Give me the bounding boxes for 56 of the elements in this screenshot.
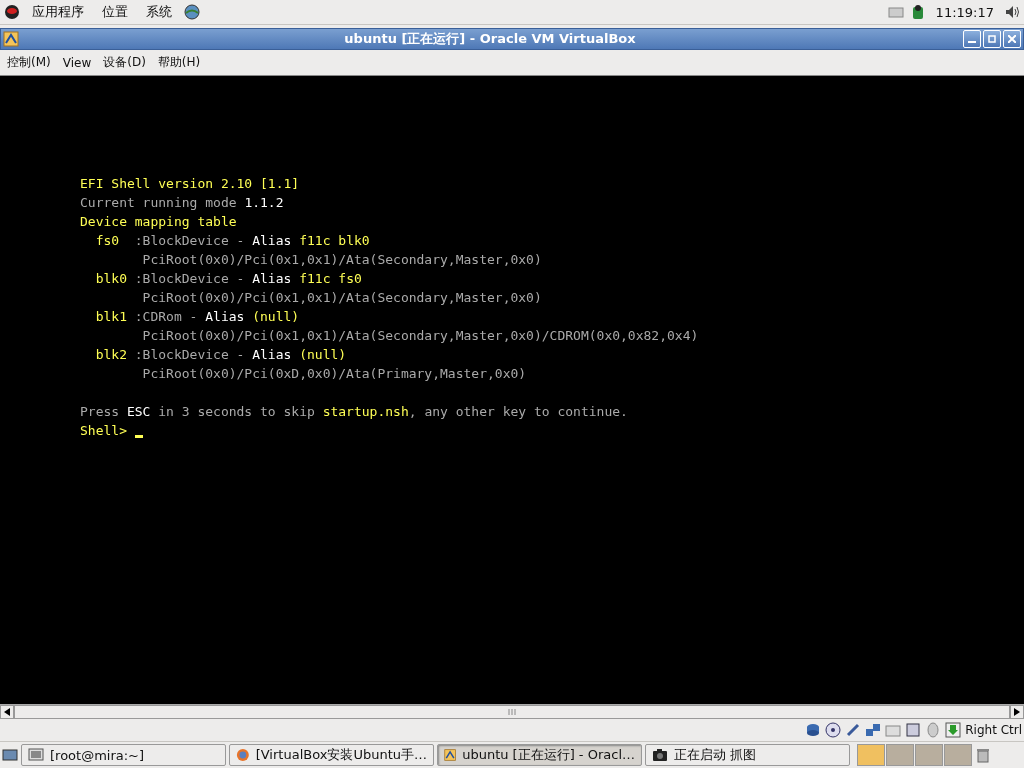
maximize-button[interactable] xyxy=(983,30,1001,48)
globe-icon xyxy=(236,747,250,763)
console-line: Current running mode 1.1.2 xyxy=(80,194,285,212)
console-line: Press ESC in 3 seconds to skip startup.nsh, any other key to continue. xyxy=(80,403,629,421)
taskbar-button[interactable]: ubuntu [正在运行] - Oracl… xyxy=(437,744,642,766)
panel-menu[interactable]: 系统 xyxy=(140,3,178,21)
console-line: PciRoot(0x0)/Pci(0x1,0x1)/Ata(Secondary,Master,0x0) xyxy=(141,289,543,307)
console-line: blk0 :BlockDevice - Alias f11c fs0 xyxy=(94,270,363,288)
console-line: PciRoot(0x0)/Pci(0xD,0x0)/Ata(Primary,Master,0x0) xyxy=(141,365,528,383)
trash-icon[interactable] xyxy=(975,747,991,763)
mouse-icon[interactable] xyxy=(925,722,942,738)
workspace-switcher-cell[interactable] xyxy=(944,744,972,766)
host-key-label: Right Ctrl xyxy=(965,723,1022,737)
terminal-icon xyxy=(28,747,44,763)
right-arrow-icon xyxy=(1014,708,1020,716)
close-button[interactable] xyxy=(1003,30,1021,48)
chip-icon[interactable] xyxy=(905,722,922,738)
console-line: blk1 :CDRom - Alias (null) xyxy=(94,308,301,326)
globe-icon[interactable] xyxy=(184,4,200,20)
scroll-right-button[interactable] xyxy=(1010,705,1024,719)
down-arrow-icon[interactable] xyxy=(945,722,962,738)
menu-item[interactable]: 设备(D) xyxy=(98,54,151,71)
console-line: blk2 :BlockDevice - Alias (null) xyxy=(94,346,348,364)
camera-icon xyxy=(652,747,668,763)
console-line: PciRoot(0x0)/Pci(0x1,0x1)/Ata(Secondary,Master,0x0)/CDROM(0x0,0x82,0x4) xyxy=(141,327,700,345)
network-icon[interactable] xyxy=(865,722,882,738)
menu-item[interactable]: View xyxy=(57,55,97,70)
app-window-icon xyxy=(3,31,19,47)
console-line: EFI Shell version 2.10 [1.1] xyxy=(80,175,301,193)
maximize-icon xyxy=(988,35,996,43)
menu-item[interactable]: 帮助(H) xyxy=(152,54,206,71)
workspace-switcher-cell[interactable] xyxy=(886,744,914,766)
minimize-button[interactable] xyxy=(963,30,981,48)
hat-icon[interactable] xyxy=(4,4,20,20)
desktop-icon[interactable] xyxy=(2,747,18,763)
cd-icon[interactable] xyxy=(825,722,842,738)
scroll-left-button[interactable] xyxy=(0,705,14,719)
console-line: Device mapping table xyxy=(80,213,238,231)
left-arrow-icon xyxy=(4,708,10,716)
workspace-switcher-cell[interactable] xyxy=(915,744,943,766)
clock[interactable]: 11:19:17 xyxy=(931,4,998,20)
panel-menu[interactable]: 位置 xyxy=(96,3,134,21)
close-icon xyxy=(1008,35,1016,43)
console-line: fs0 :BlockDevice - Alias f11c blk0 xyxy=(94,232,371,250)
app-window-icon xyxy=(444,747,457,763)
taskbar-button[interactable]: [root@mira:~] xyxy=(21,744,226,766)
console-line: Shell> xyxy=(80,421,1024,440)
window-title: ubuntu [正在运行] - Oracle VM VirtualBox xyxy=(343,30,637,48)
console-line: PciRoot(0x0)/Pci(0x1,0x1)/Ata(Secondary,Master,0x0) xyxy=(141,251,543,269)
panel-menu[interactable]: 应用程序 xyxy=(26,3,90,21)
menu-item[interactable]: 控制(M) xyxy=(2,54,56,71)
disk-icon[interactable] xyxy=(805,722,822,738)
taskbar-button[interactable]: [VirtualBox安装Ubuntu手… xyxy=(229,744,434,766)
taskbar-button[interactable]: 正在启动 抓图 xyxy=(645,744,850,766)
speaker-icon[interactable] xyxy=(1004,4,1020,20)
workspace-switcher-cell[interactable] xyxy=(857,744,885,766)
